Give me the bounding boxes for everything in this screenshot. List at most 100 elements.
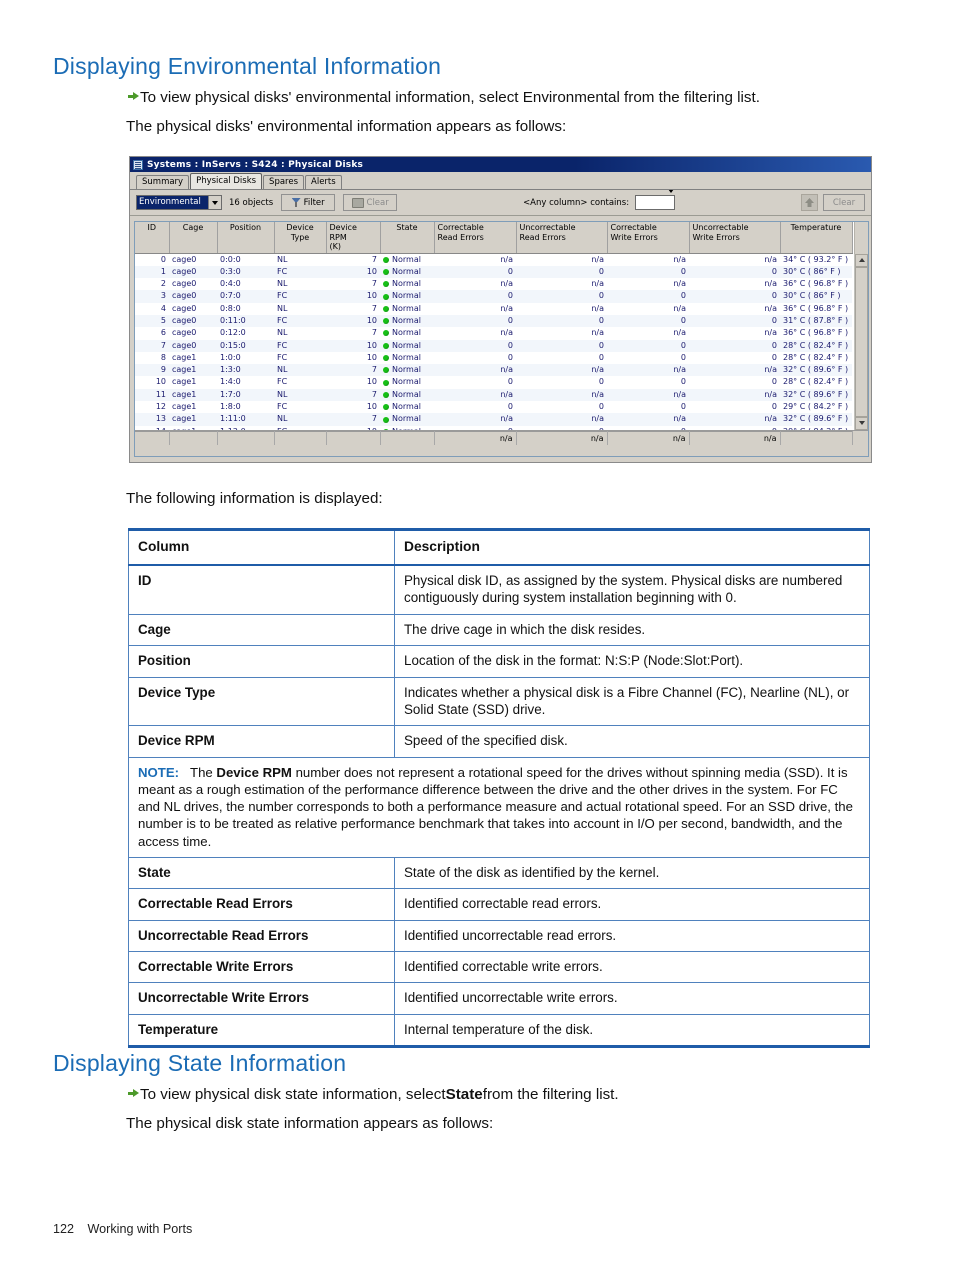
table-row[interactable]: 1 cage0 0:3:0 FC 10 Normal 0 0 0 0 30° C ( 86° F ) (135, 265, 852, 279)
filter-button[interactable]: Filter (281, 194, 336, 211)
cell-id: 0 (160, 254, 166, 264)
desc-header-row: Column Description (128, 527, 870, 566)
tab-physical-disks[interactable]: Physical Disks (190, 173, 263, 189)
cell-uncorrectable-read-errors: n/a (591, 303, 604, 313)
cell-temperature: 32° C ( 89.6° F ) (780, 388, 852, 402)
state-label: Normal (392, 291, 421, 301)
cell-device-type: NL (274, 413, 326, 426)
tab-summary[interactable]: Summary (136, 175, 190, 189)
cell-correctable-read-errors: n/a (500, 279, 513, 289)
cell-uncorrectable-write-errors: n/a (689, 413, 780, 426)
cell-uncorrectable-read-errors: 0 (598, 352, 604, 362)
desc-header-column: Column (128, 527, 395, 566)
table-row[interactable]: 7 cage0 0:15:0 FC 10 Normal 0 0 0 0 28° C ( 82.4° … (135, 339, 852, 352)
page-title-state: Displaying State Information (53, 1050, 347, 1076)
state-label: Normal (392, 352, 421, 362)
cell-correctable-read-errors: 0 (507, 352, 513, 362)
cell-temperature: 34° C ( 93.2° F ) (783, 254, 849, 264)
cell-cage: cage1 (172, 352, 197, 362)
grid-vertical-scrollbar[interactable] (854, 253, 868, 430)
desc-column-name: State (128, 856, 395, 890)
filter-type-select[interactable]: Environmental (136, 195, 222, 210)
chevron-down-icon-2[interactable] (668, 189, 675, 212)
cell-cage: cage0 (169, 314, 217, 328)
desc-row: Device RPM Speed of the specified disk. (128, 725, 870, 758)
desc-header-description: Description (394, 527, 870, 566)
table-row[interactable]: 10 cage1 1:4:0 FC 10 Normal 0 0 0 0 28° C ( 82.4° … (135, 376, 852, 388)
desc-row: State State of the disk as identified by … (128, 856, 870, 890)
tab-spares[interactable]: Spares (263, 175, 305, 189)
table-row[interactable]: 13 cage1 1:11:0 NL 7 Normal n/a n/a n/a n/a 32° C … (135, 413, 852, 426)
cell-correctable-write-errors: 0 (680, 352, 686, 362)
state-label: Normal (392, 303, 421, 313)
table-row[interactable]: 8 cage1 1:0:0 FC 10 Normal 0 0 0 0 28° C ( 82.4° F… (135, 352, 852, 364)
cell-temperature: 36° C ( 96.8° F ) (783, 279, 849, 289)
grid-header-row: ID Cage Position Device Type Device RPM(… (135, 222, 853, 254)
desc-row: Uncorrectable Read Errors Identified unco… (128, 919, 870, 952)
table-row[interactable]: 0 cage0 0:0:0 NL 7 Normal n/a n/a n/a n/a 34° C ( … (135, 254, 852, 266)
tree-view-button[interactable] (801, 194, 818, 211)
cell-temperature: 36° C ( 96.8° F ) (783, 328, 849, 338)
note-block: NOTE: The Device RPM number does not rep… (128, 756, 870, 858)
table-row[interactable]: 6 cage0 0:12:0 NL 7 Normal n/a n/a n/a n/a 36° C (… (135, 327, 852, 339)
clear-filter-button[interactable]: Clear (343, 194, 398, 211)
col-header-cage[interactable]: Cage (169, 222, 218, 254)
col-header-uncorrectable-read-errors[interactable]: Uncorrectable Read Errors (516, 222, 608, 254)
grid-rows-table: 0 cage0 0:0:0 NL 7 Normal n/a n/a n/a n/a 34° C ( … (135, 254, 852, 430)
totals-correctable-read-errors: n/a (434, 430, 517, 445)
cell-uncorrectable-read-errors: n/a (516, 413, 607, 426)
cell-device-type: NL (277, 279, 288, 289)
cell-device-type: FC (274, 314, 326, 328)
cell-uncorrectable-write-errors: n/a (764, 279, 777, 289)
cell-temperature: 29° C ( 84.2° F ) (783, 402, 849, 412)
cell-cage: cage1 (169, 388, 217, 402)
col-header-state[interactable]: State (380, 222, 435, 254)
table-row[interactable]: 9 cage1 1:3:0 NL 7 Normal n/a n/a n/a n/a 32° C ( … (135, 364, 852, 377)
cell-device-rpm: 7 (326, 364, 380, 377)
col-header-correctable-read-errors[interactable]: Correctable Read Errors (434, 222, 517, 254)
cell-correctable-read-errors: n/a (434, 388, 516, 402)
cell-correctable-read-errors: 0 (434, 339, 516, 352)
col-header-uncorrectable-write-errors[interactable]: Uncorrectable Write Errors (689, 222, 781, 254)
table-row[interactable]: 5 cage0 0:11:0 FC 10 Normal 0 0 0 0 31° C ( 87.8° … (135, 314, 852, 328)
cell-uncorrectable-read-errors: 0 (598, 402, 604, 412)
cell-device-type: FC (274, 290, 326, 303)
status-dot-icon (383, 342, 389, 349)
table-row[interactable]: 11 cage1 1:7:0 NL 7 Normal n/a n/a n/a n/a 32° C (… (135, 388, 852, 402)
any-column-search-select[interactable] (635, 189, 676, 212)
col-header-temperature[interactable]: Temperature (780, 222, 853, 254)
desc-column-description: State of the disk as identified by the k… (394, 856, 870, 890)
column-description-table: Column Description ID Physical disk ID, as … (128, 527, 870, 1049)
desc-column-name: Uncorrectable Read Errors (128, 919, 395, 952)
col-header-device-rpm[interactable]: Device RPM (K) (326, 222, 381, 254)
cell-state: Normal (380, 265, 434, 279)
cell-uncorrectable-write-errors: n/a (764, 328, 777, 338)
table-row[interactable]: 4 cage0 0:8:0 NL 7 Normal n/a n/a n/a n/a 36° C ( … (135, 303, 852, 315)
col-header-id[interactable]: ID (135, 222, 170, 254)
cell-uncorrectable-write-errors: 0 (689, 290, 780, 303)
table-row[interactable]: 3 cage0 0:7:0 FC 10 Normal 0 0 0 0 30° C ( 86° F ) (135, 290, 852, 303)
scroll-down-button[interactable] (855, 416, 868, 430)
cell-correctable-write-errors: 0 (607, 314, 689, 328)
col-header-position[interactable]: Position (217, 222, 275, 254)
cell-uncorrectable-write-errors: 0 (689, 265, 780, 279)
cell-uncorrectable-read-errors: 0 (516, 339, 607, 352)
scrollbar-thumb[interactable] (855, 266, 868, 417)
window-title-bar: Systems : InServs : S424 : Physical Disk… (130, 157, 871, 172)
col-header-correctable-write-errors[interactable]: Correctable Write Errors (607, 222, 690, 254)
col-header-device-type[interactable]: Device Type (274, 222, 327, 254)
state-label: Normal (392, 279, 421, 289)
clear-search-button[interactable]: Clear (823, 194, 865, 211)
tab-alerts[interactable]: Alerts (305, 175, 342, 189)
scroll-up-button[interactable] (855, 253, 868, 267)
cell-cage: cage0 (169, 339, 217, 352)
table-row[interactable]: 2 cage0 0:4:0 NL 7 Normal n/a n/a n/a n/a 36° C ( … (135, 278, 852, 290)
table-row[interactable]: 12 cage1 1:8:0 FC 10 Normal 0 0 0 0 29° C ( 84.2° … (135, 401, 852, 413)
cell-id: 12 (155, 402, 166, 412)
state-label: Normal (392, 389, 421, 399)
cell-correctable-read-errors: n/a (500, 303, 513, 313)
page-title-environmental: Displaying Environmental Information (53, 53, 442, 79)
eraser-icon (351, 197, 364, 208)
cell-temperature: 31° C ( 87.8° F ) (780, 314, 852, 328)
chevron-down-icon[interactable] (208, 196, 221, 209)
